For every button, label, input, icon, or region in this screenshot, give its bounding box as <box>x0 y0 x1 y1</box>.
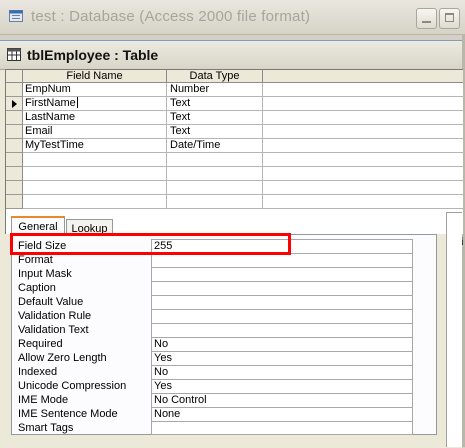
current-row-arrow-icon <box>12 100 17 108</box>
property-row-ime-sentence-mode: IME Sentence Mode None <box>16 407 413 421</box>
description-cell[interactable] <box>263 83 463 97</box>
property-row-allow-zero-length: Allow Zero Length Yes <box>16 351 413 365</box>
field-name-column-header: Field Name <box>23 70 167 83</box>
property-label: Input Mask <box>18 268 72 280</box>
property-value-field[interactable] <box>151 267 413 281</box>
database-window-title: test : Database (Access 2000 file format… <box>31 8 311 25</box>
data-type-cell-empty[interactable] <box>167 195 263 209</box>
field-name-cell-active[interactable]: FirstName <box>23 97 167 111</box>
property-value-field[interactable] <box>151 421 413 435</box>
property-value-field[interactable]: No <box>151 337 413 351</box>
field-name-text: FirstName <box>25 97 76 109</box>
property-label: Smart Tags <box>18 422 74 434</box>
table-window-titlebar[interactable]: tblEmployee : Table <box>0 41 462 70</box>
tab-general[interactable]: General <box>11 216 65 234</box>
row-selector[interactable] <box>6 83 23 97</box>
field-name-cell[interactable]: EmpNum <box>23 83 167 97</box>
row-selector[interactable] <box>6 181 23 195</box>
data-type-column-header: Data Type <box>167 70 263 83</box>
data-type-cell-empty[interactable] <box>167 153 263 167</box>
property-label: Format <box>18 254 53 266</box>
description-cell[interactable] <box>263 97 463 111</box>
property-help-pane <box>446 212 462 447</box>
property-label: Required <box>18 338 63 350</box>
property-label: Allow Zero Length <box>18 352 107 364</box>
field-properties-panel: Field Size 255 Format Input Mask Caption… <box>11 234 437 435</box>
property-row-validation-text: Validation Text <box>16 323 413 337</box>
property-row-input-mask: Input Mask <box>16 267 413 281</box>
description-cell[interactable] <box>263 153 463 167</box>
data-type-cell-empty[interactable] <box>167 167 263 181</box>
description-cell[interactable] <box>263 195 463 209</box>
table-window-title: tblEmployee : Table <box>27 47 159 63</box>
property-label: IME Mode <box>18 394 69 406</box>
database-icon <box>9 10 23 22</box>
property-row-validation-rule: Validation Rule <box>16 309 413 323</box>
text-cursor <box>76 97 78 108</box>
property-row-indexed: Indexed No <box>16 365 413 379</box>
data-type-cell[interactable]: Text <box>167 125 263 139</box>
property-label: Unicode Compression <box>18 380 127 392</box>
table-icon <box>7 48 21 61</box>
database-window-titlebar[interactable]: test : Database (Access 2000 file format… <box>0 0 465 35</box>
property-label: Caption <box>18 282 56 294</box>
property-value-field[interactable] <box>151 253 413 267</box>
description-cell[interactable] <box>263 167 463 181</box>
property-label: IME Sentence Mode <box>18 408 118 420</box>
description-cell[interactable] <box>263 181 463 195</box>
property-row-required: Required No <box>16 337 413 351</box>
data-type-cell-empty[interactable] <box>167 181 263 195</box>
row-selector-current[interactable] <box>6 97 23 111</box>
field-name-cell-empty[interactable] <box>23 181 167 195</box>
property-row-default-value: Default Value <box>16 295 413 309</box>
property-row-ime-mode: IME Mode No Control <box>16 393 413 407</box>
property-row-caption: Caption <box>16 281 413 295</box>
row-selector[interactable] <box>6 111 23 125</box>
property-row-smart-tags: Smart Tags <box>16 421 413 435</box>
row-selector[interactable] <box>6 139 23 153</box>
property-label: Indexed <box>18 366 58 378</box>
property-value-field[interactable]: No <box>151 365 413 379</box>
property-row-format: Format <box>16 253 413 267</box>
property-value-field[interactable]: No Control <box>151 393 413 407</box>
property-value-field[interactable] <box>151 309 413 323</box>
description-cell[interactable] <box>263 111 463 125</box>
property-row-unicode-compression: Unicode Compression Yes <box>16 379 413 393</box>
data-type-cell[interactable]: Text <box>167 97 263 111</box>
field-name-cell-empty[interactable] <box>23 195 167 209</box>
property-value-field[interactable]: None <box>151 407 413 421</box>
grid-corner-header[interactable] <box>6 70 23 83</box>
minimize-button[interactable] <box>416 8 437 29</box>
property-label: Validation Text <box>18 324 89 336</box>
field-design-grid[interactable]: Field Name Data Type EmpNum Number First… <box>5 69 463 234</box>
description-cell[interactable] <box>263 125 463 139</box>
property-label: Validation Rule <box>18 310 92 322</box>
field-name-cell-empty[interactable] <box>23 167 167 181</box>
row-selector[interactable] <box>6 153 23 167</box>
field-name-cell[interactable]: MyTestTime <box>23 139 167 153</box>
description-column-header <box>263 70 463 83</box>
tab-lookup[interactable]: Lookup <box>66 219 113 235</box>
property-value-field[interactable]: Yes <box>151 379 413 393</box>
property-label: Default Value <box>18 296 84 308</box>
data-type-cell[interactable]: Date/Time <box>167 139 263 153</box>
property-value-field[interactable]: Yes <box>151 351 413 365</box>
field-name-cell[interactable]: LastName <box>23 111 167 125</box>
field-name-cell-empty[interactable] <box>23 153 167 167</box>
property-value-field[interactable] <box>151 281 413 295</box>
row-selector[interactable] <box>6 195 23 209</box>
data-type-cell[interactable]: Text <box>167 111 263 125</box>
field-name-cell[interactable]: Email <box>23 125 167 139</box>
data-type-cell[interactable]: Number <box>167 83 263 97</box>
maximize-button[interactable] <box>439 8 460 29</box>
property-value-field[interactable] <box>151 323 413 337</box>
property-value-field[interactable] <box>151 295 413 309</box>
row-selector[interactable] <box>6 167 23 181</box>
description-cell[interactable] <box>263 139 463 153</box>
row-selector[interactable] <box>6 125 23 139</box>
field-size-highlight-box <box>10 233 291 255</box>
